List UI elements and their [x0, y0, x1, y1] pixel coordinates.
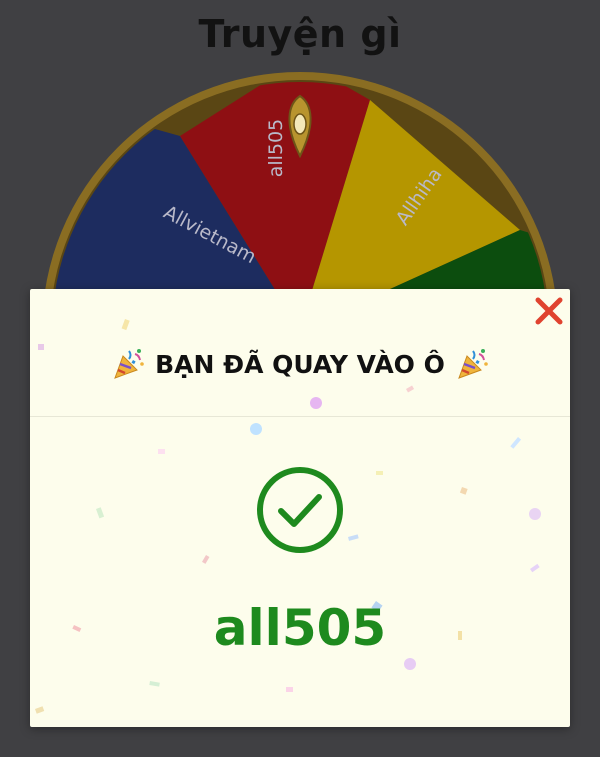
dialog-title: BẠN ĐÃ QUAY VÀO Ô: [155, 349, 445, 379]
dialog-header: BẠN ĐÃ QUAY VÀO Ô: [30, 344, 570, 384]
close-button[interactable]: [532, 294, 566, 328]
wheel-pointer-icon: [288, 94, 312, 158]
check-circle-icon: [257, 467, 343, 553]
party-popper-icon: [458, 349, 488, 379]
result-value: all505: [213, 599, 387, 657]
party-popper-icon: [114, 349, 144, 379]
wheel-page: Truyện gì Allvietnam all505 Allhiha BẠN …: [0, 0, 600, 757]
close-icon: [535, 297, 563, 325]
header-divider: [30, 416, 570, 417]
result-dialog: BẠN ĐÃ QUAY VÀO Ô all505: [30, 289, 570, 727]
